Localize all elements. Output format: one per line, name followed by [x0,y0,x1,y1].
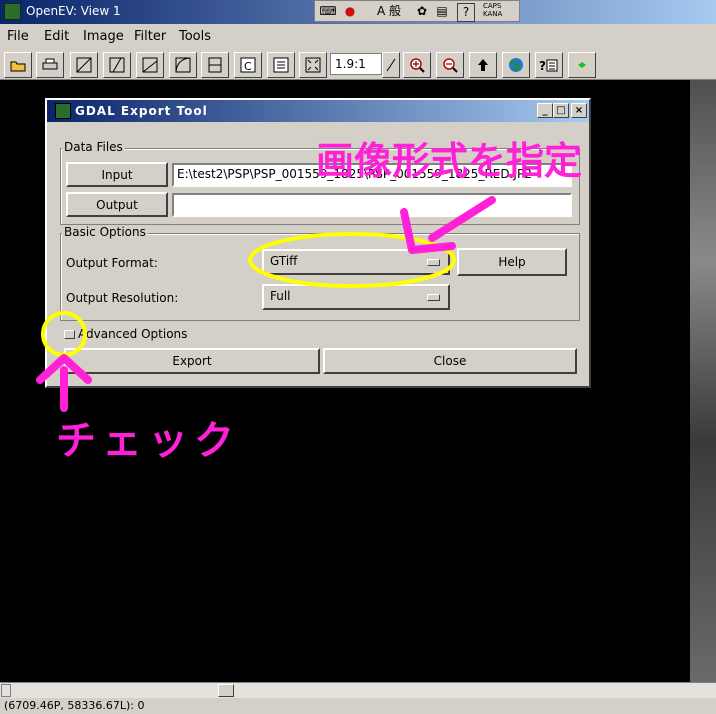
format-highlight-ellipse [248,232,456,288]
check-annotation-text: チェック [56,418,240,464]
checkbox-highlight-circle [41,311,87,357]
status-bar: (6709.46P, 58336.67L): 0 [0,698,716,714]
format-pointer-arrow [428,196,496,242]
format-annotation-text: 画像形式を指定 [316,139,583,183]
cursor-position-readout: (6709.46P, 58336.67L): 0 [4,699,145,712]
annotation-overlay [36,196,496,412]
scroll-left-icon[interactable] [1,684,11,697]
scrollbar-thumb[interactable] [218,684,234,697]
horizontal-scrollbar[interactable] [0,682,716,698]
